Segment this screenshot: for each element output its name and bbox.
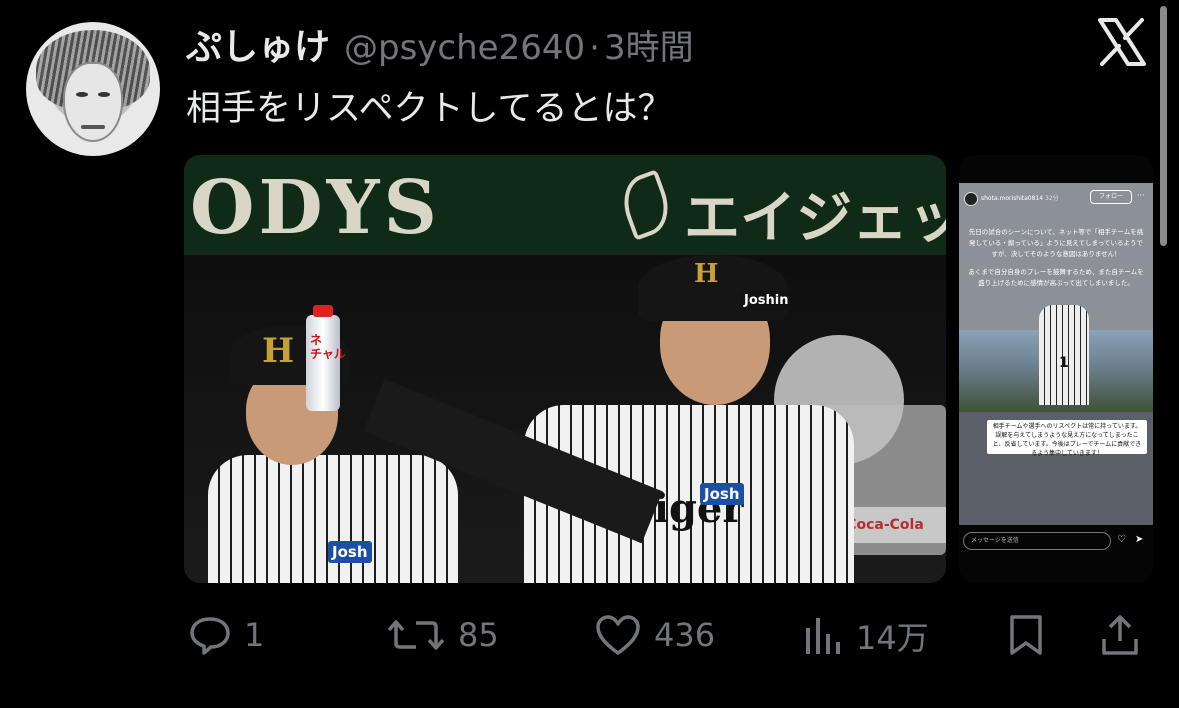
story-avatar: [964, 192, 978, 206]
views-button[interactable]: 14万: [802, 613, 929, 659]
story-follow-button: フォロー: [1090, 190, 1132, 204]
avatar[interactable]: [26, 22, 160, 156]
patch-right: Josh: [700, 483, 744, 505]
spray-can: [306, 315, 340, 411]
tweet-header: ぷしゅけ @psyche2640 · 3時間: [186, 18, 694, 70]
bookmark-button[interactable]: [1006, 613, 1046, 657]
separator-dot: ·: [589, 28, 600, 68]
story-heart-icon: ♡: [1117, 534, 1126, 545]
media-photo-2[interactable]: shota.morishita0814 32分 フォロー ··· 先日の試合のシ…: [959, 155, 1153, 583]
story-send-icon: ➤: [1135, 534, 1144, 545]
cap-logo-right: H: [694, 259, 719, 289]
patch-left: Josh: [328, 541, 372, 563]
share-icon: [1102, 615, 1138, 655]
story-username: shota.morishita0814 32分: [981, 193, 1059, 202]
views-icon: [806, 618, 840, 654]
story-text-1: 先日の試合のシーンについて、ネット等で「相手チームを挑発している・煽っている」よ…: [968, 228, 1144, 258]
story-caption-box: 相手チームや選手へのリスペクトは常に持っています。誤解を与えてしまうような見え方…: [987, 420, 1147, 457]
story-text-2: あくまで自分自身のプレーを鼓舞するため、また自チームを盛り上げるために感情が高ぶ…: [968, 268, 1144, 287]
retweet-count: 85: [458, 616, 499, 654]
story-jersey-number: 1: [1059, 355, 1069, 371]
spray-can-label: ネ チャル: [310, 333, 346, 361]
scrollbar[interactable]: [1160, 6, 1167, 246]
story-more-icon: ···: [1137, 191, 1145, 200]
action-bar: 1 85 436 14万: [0, 605, 1179, 665]
reply-button[interactable]: 1: [188, 613, 264, 657]
timestamp[interactable]: 3時間: [604, 20, 694, 69]
avatar-eye-left: [76, 92, 88, 97]
tweet-text: 相手をリスペクトしてるとは？: [186, 89, 673, 129]
reply-count: 1: [244, 616, 265, 654]
x-logo-icon[interactable]: [1096, 16, 1148, 68]
media-photo-1[interactable]: ODYS エイジェッ Coca-Cola H Josh Tiger Josh H…: [184, 155, 946, 583]
story-message-field: メッセージを送信: [963, 532, 1111, 550]
like-count: 436: [654, 616, 716, 654]
stadium-banner: ODYS エイジェッ: [184, 155, 946, 255]
avatar-face: [63, 62, 123, 142]
display-name[interactable]: ぷしゅけ: [186, 18, 330, 70]
heart-icon: [596, 615, 640, 655]
like-button[interactable]: 436: [594, 613, 715, 657]
avatar-mouth: [81, 125, 105, 129]
cap-logo-left: H: [262, 331, 295, 371]
reply-icon: [190, 617, 230, 655]
leaf-logo-icon: [615, 169, 677, 241]
spray-can-cap: [313, 305, 333, 317]
bookmark-icon: [1010, 615, 1042, 655]
retweet-button[interactable]: 85: [386, 613, 499, 657]
user-handle[interactable]: @psyche2640: [344, 28, 585, 68]
banner-left-text: ODYS: [190, 165, 441, 251]
views-count: 14万: [856, 619, 929, 657]
story-username-text: shota.morishita0814: [981, 195, 1044, 202]
cap-patch-right: Joshin: [740, 291, 793, 310]
banner-right-text: エイジェッ: [684, 186, 946, 251]
avatar-eye-right: [98, 92, 110, 97]
share-button[interactable]: [1100, 613, 1140, 657]
retweet-icon: [387, 620, 445, 650]
story-time: 32分: [1045, 195, 1059, 202]
jersey-left: [208, 455, 458, 583]
